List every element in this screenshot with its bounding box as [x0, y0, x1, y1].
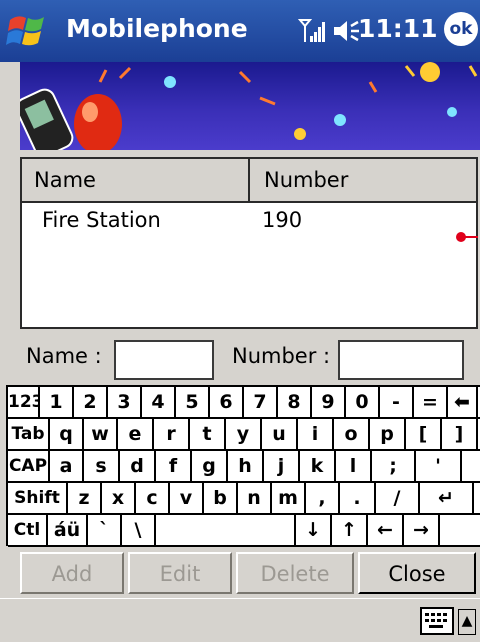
menu-bar: ▲: [0, 598, 480, 642]
column-header-name[interactable]: Name: [22, 159, 250, 201]
key-4-4[interactable]: [156, 515, 296, 545]
key-2-9[interactable]: l: [336, 451, 372, 481]
key-3-7[interactable]: m: [272, 483, 306, 513]
key-3-11[interactable]: ↵: [420, 483, 474, 513]
key-3-9[interactable]: .: [340, 483, 376, 513]
key-2-1[interactable]: a: [50, 451, 84, 481]
key-4-0[interactable]: Ctl: [8, 515, 48, 545]
key-2-2[interactable]: s: [84, 451, 120, 481]
key-3-8[interactable]: ,: [306, 483, 340, 513]
key-3-1[interactable]: z: [68, 483, 102, 513]
keyboard-row: Shift z x c v b n m,. / ↵: [8, 483, 480, 515]
close-button[interactable]: Close: [358, 552, 476, 594]
key-3-6[interactable]: n: [238, 483, 272, 513]
mobile-phone-balloon-banner: [20, 62, 478, 150]
key-0-6[interactable]: 6: [210, 387, 244, 417]
key-0-5[interactable]: 5: [176, 387, 210, 417]
key-0-3[interactable]: 3: [108, 387, 142, 417]
header-banner: [20, 62, 480, 150]
keyboard-row: Ctl áü ` \ ↓ ↑ ← →: [8, 515, 480, 547]
key-1-12[interactable]: ]: [442, 419, 478, 449]
key-3-2[interactable]: x: [102, 483, 136, 513]
delete-button[interactable]: Delete: [236, 552, 354, 594]
key-2-11[interactable]: ': [416, 451, 462, 481]
key-1-4[interactable]: r: [154, 419, 190, 449]
edit-button[interactable]: Edit: [128, 552, 232, 594]
key-4-6[interactable]: ↑: [332, 515, 368, 545]
key-4-7[interactable]: ←: [368, 515, 404, 545]
key-3-4[interactable]: v: [170, 483, 204, 513]
soft-keyboard: 123 1 2 3 4 5 6 7 8 9 0- = ⬅ Tab q w e r t y u i o p[] CAP a s d f g h…: [6, 385, 480, 547]
key-0-8[interactable]: 8: [278, 387, 312, 417]
title-bar: Mobilephone 11:11 ok: [0, 0, 480, 62]
list-item[interactable]: Fire Station 190: [22, 203, 476, 237]
list-header: Name Number: [22, 159, 476, 203]
key-1-0[interactable]: Tab: [8, 419, 50, 449]
name-label: Name :: [26, 344, 102, 368]
key-0-1[interactable]: 1: [40, 387, 74, 417]
key-1-8[interactable]: i: [298, 419, 334, 449]
number-label: Number :: [232, 344, 331, 368]
key-0-13[interactable]: ⬅: [448, 387, 478, 417]
key-4-8[interactable]: →: [404, 515, 440, 545]
key-0-7[interactable]: 7: [244, 387, 278, 417]
app-title: Mobilephone: [66, 14, 248, 43]
key-0-4[interactable]: 4: [142, 387, 176, 417]
ok-button[interactable]: ok: [444, 12, 478, 46]
key-1-5[interactable]: t: [190, 419, 226, 449]
key-0-9[interactable]: 9: [312, 387, 346, 417]
key-4-3[interactable]: \: [122, 515, 156, 545]
key-3-5[interactable]: b: [204, 483, 238, 513]
windows-flag-icon[interactable]: [6, 10, 52, 52]
key-2-0[interactable]: CAP: [8, 451, 50, 481]
signal-strength-icon[interactable]: [298, 16, 326, 44]
key-0-0[interactable]: 123: [8, 387, 40, 417]
name-input[interactable]: [114, 340, 214, 380]
key-1-7[interactable]: u: [262, 419, 298, 449]
key-0-10[interactable]: 0: [346, 387, 380, 417]
key-2-10[interactable]: ;: [372, 451, 416, 481]
clock[interactable]: 11:11: [358, 14, 438, 43]
input-menu-arrow[interactable]: ▲: [458, 609, 476, 635]
key-4-1[interactable]: áü: [48, 515, 88, 545]
number-input[interactable]: [338, 340, 464, 380]
key-0-2[interactable]: 2: [74, 387, 108, 417]
column-header-number[interactable]: Number: [252, 159, 476, 201]
keyboard-row: CAP a s d f g h j k l; ': [8, 451, 480, 483]
key-1-6[interactable]: y: [226, 419, 262, 449]
key-0-12[interactable]: =: [414, 387, 448, 417]
key-0-11[interactable]: -: [380, 387, 414, 417]
key-3-0[interactable]: Shift: [8, 483, 68, 513]
contacts-list[interactable]: Name Number Fire Station 190: [20, 157, 478, 329]
key-2-6[interactable]: h: [228, 451, 264, 481]
key-1-10[interactable]: p: [370, 419, 406, 449]
key-2-5[interactable]: g: [192, 451, 228, 481]
keyboard-icon[interactable]: [420, 607, 454, 635]
key-1-2[interactable]: w: [84, 419, 118, 449]
key-3-10[interactable]: /: [376, 483, 420, 513]
key-2-4[interactable]: f: [156, 451, 192, 481]
contact-number: 190: [262, 208, 303, 232]
key-2-7[interactable]: j: [264, 451, 300, 481]
keyboard-row: Tab q w e r t y u i o p[]: [8, 419, 480, 451]
contact-name: Fire Station: [42, 208, 161, 232]
key-4-5[interactable]: ↓: [296, 515, 332, 545]
key-2-3[interactable]: d: [120, 451, 156, 481]
key-4-2[interactable]: `: [88, 515, 122, 545]
key-1-11[interactable]: [: [406, 419, 442, 449]
add-button[interactable]: Add: [20, 552, 124, 594]
keyboard-row: 123 1 2 3 4 5 6 7 8 9 0- = ⬅: [8, 387, 480, 419]
key-2-8[interactable]: k: [300, 451, 336, 481]
key-3-3[interactable]: c: [136, 483, 170, 513]
key-1-9[interactable]: o: [334, 419, 370, 449]
key-1-1[interactable]: q: [50, 419, 84, 449]
key-1-3[interactable]: e: [118, 419, 154, 449]
stylus-marker-line: [462, 236, 478, 238]
